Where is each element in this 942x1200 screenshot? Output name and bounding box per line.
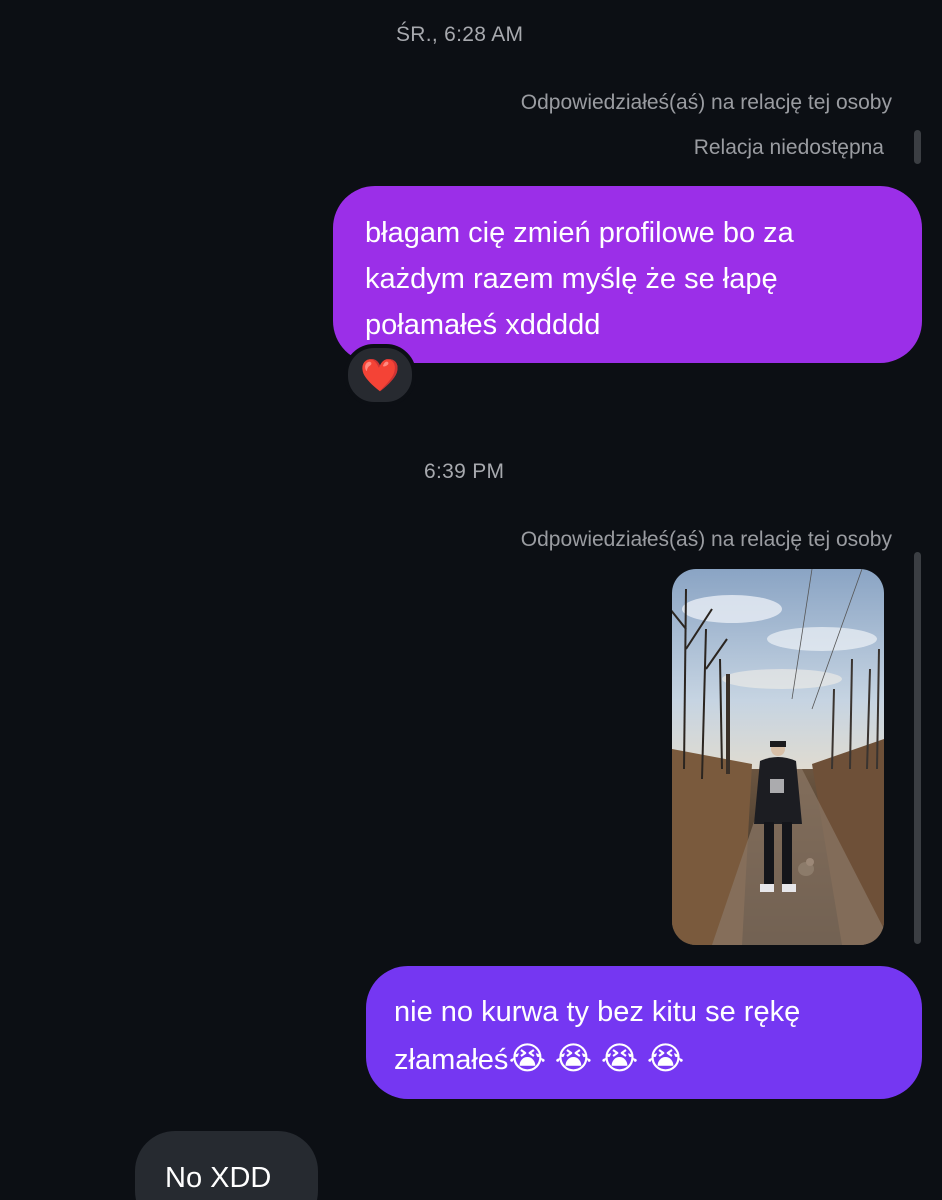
scrollbar-thumb[interactable]	[914, 552, 921, 944]
outgoing-message-bubble[interactable]: błagam cię zmień profilowe bo za każdym …	[333, 186, 922, 363]
scrollbar-thumb[interactable]	[914, 130, 921, 164]
crying-face-emoji: 😭	[600, 1039, 639, 1077]
story-photo[interactable]	[672, 569, 884, 945]
reaction-emoji: ❤️	[360, 356, 400, 394]
heart-reaction-icon[interactable]: ❤️	[344, 344, 416, 406]
story-reply-label: Odpowiedziałeś(aś) na relację tej osoby	[520, 528, 892, 551]
message-text: No XDD	[165, 1162, 272, 1194]
timestamp: ŚR., 6:28 AM	[396, 23, 524, 46]
timestamp: 6:39 PM	[424, 460, 505, 483]
crying-face-emoji: 😭	[554, 1039, 593, 1077]
crying-face-emoji: 😭	[508, 1039, 547, 1077]
story-photo-image	[672, 569, 884, 945]
crying-face-emoji: 😭	[646, 1039, 685, 1077]
outgoing-message-bubble[interactable]: nie no kurwa ty bez kitu se rękę złamałe…	[366, 966, 922, 1099]
story-reply-label: Odpowiedziałeś(aś) na relację tej osoby	[520, 91, 892, 114]
chat-screen: ŚR., 6:28 AM Odpowiedziałeś(aś) na relac…	[0, 0, 942, 1200]
story-unavailable-label: Relacja niedostępna	[693, 136, 884, 159]
message-text: błagam cię zmień profilowe bo za każdym …	[365, 217, 794, 341]
incoming-message-bubble[interactable]: No XDD	[135, 1131, 318, 1200]
